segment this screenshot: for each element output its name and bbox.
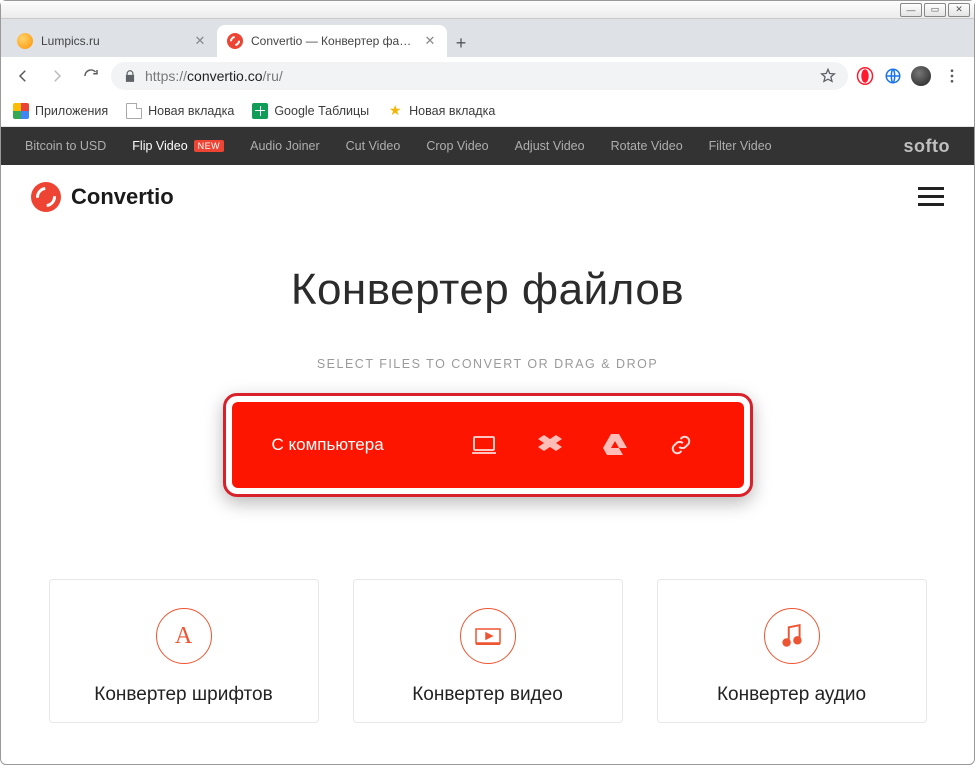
promo-link-adjust-video[interactable]: Adjust Video bbox=[515, 139, 585, 153]
card-title: Конвертер аудио bbox=[668, 684, 916, 706]
upload-from-gdrive-button[interactable] bbox=[583, 434, 649, 456]
bookmark-apps[interactable]: Приложения bbox=[13, 103, 108, 119]
window-titlebar: — ▭ ✕ bbox=[1, 1, 974, 19]
window-minimize-button[interactable]: — bbox=[900, 3, 922, 17]
font-icon: A bbox=[156, 608, 212, 664]
bookmark-label: Новая вкладка bbox=[409, 104, 495, 118]
window-close-button[interactable]: ✕ bbox=[948, 3, 970, 17]
hamburger-icon bbox=[918, 187, 944, 190]
google-drive-icon bbox=[603, 434, 627, 456]
card-title: Конвертер видео bbox=[364, 684, 612, 706]
promo-link-filter-video[interactable]: Filter Video bbox=[709, 139, 772, 153]
browser-toolbar: https://convertio.co/ru/ bbox=[1, 57, 974, 95]
card-fonts[interactable]: A Конвертер шрифтов bbox=[49, 579, 319, 723]
tab-convertio[interactable]: Convertio — Конвертер файлов ✕ bbox=[217, 25, 447, 57]
convertio-favicon bbox=[227, 33, 243, 49]
globe-extension-icon[interactable] bbox=[882, 65, 904, 87]
new-badge: NEW bbox=[194, 140, 225, 152]
browser-menu-button[interactable] bbox=[938, 62, 966, 90]
computer-icon bbox=[472, 434, 496, 456]
bookmark-label: Приложения bbox=[35, 104, 108, 118]
apps-icon bbox=[13, 103, 29, 119]
back-button[interactable] bbox=[9, 62, 37, 90]
card-title: Конвертер шрифтов bbox=[60, 684, 308, 706]
tab-lumpics[interactable]: Lumpics.ru ✕ bbox=[7, 25, 217, 57]
promo-link-flip-video[interactable]: Flip VideoNEW bbox=[132, 139, 224, 153]
audio-icon bbox=[764, 608, 820, 664]
bookmarks-bar: Приложения Новая вкладка Google Таблицы … bbox=[1, 95, 974, 127]
arrow-right-icon bbox=[48, 67, 66, 85]
link-icon bbox=[669, 434, 693, 456]
forward-button[interactable] bbox=[43, 62, 71, 90]
promo-link-crop-video[interactable]: Crop Video bbox=[426, 139, 488, 153]
browser-tabs: Lumpics.ru ✕ Convertio — Конвертер файло… bbox=[1, 19, 974, 57]
bookmark-label: Google Таблицы bbox=[274, 104, 369, 118]
promo-link-audio-joiner[interactable]: Audio Joiner bbox=[250, 139, 320, 153]
top-promo-bar: Bitcoin to USD Flip VideoNEW Audio Joine… bbox=[1, 127, 974, 165]
bookmark-star-icon[interactable] bbox=[820, 68, 836, 84]
upload-box[interactable]: С компьютера bbox=[232, 402, 744, 488]
video-icon bbox=[460, 608, 516, 664]
reload-button[interactable] bbox=[77, 62, 105, 90]
arrow-left-icon bbox=[14, 67, 32, 85]
star-icon: ★ bbox=[387, 103, 403, 119]
sheets-icon bbox=[252, 103, 268, 119]
bookmark-label: Новая вкладка bbox=[148, 104, 234, 118]
reload-icon bbox=[82, 67, 100, 85]
close-icon[interactable]: ✕ bbox=[193, 34, 207, 48]
address-bar[interactable]: https://convertio.co/ru/ bbox=[111, 62, 848, 90]
promo-link-bitcoin[interactable]: Bitcoin to USD bbox=[25, 139, 106, 153]
page-title: Конвертер файлов bbox=[1, 265, 974, 315]
window-maximize-button[interactable]: ▭ bbox=[924, 3, 946, 17]
promo-link-cut-video[interactable]: Cut Video bbox=[346, 139, 401, 153]
upload-from-computer-label: С компьютера bbox=[272, 435, 452, 455]
upload-area: С компьютера bbox=[1, 393, 974, 497]
site-header: Convertio bbox=[1, 165, 974, 229]
close-icon[interactable]: ✕ bbox=[423, 34, 437, 48]
promo-link-rotate-video[interactable]: Rotate Video bbox=[611, 139, 683, 153]
url-text: https://convertio.co/ru/ bbox=[145, 68, 283, 84]
lumpics-favicon bbox=[17, 33, 33, 49]
convertio-logo-text: Convertio bbox=[71, 184, 174, 210]
tab-label: Convertio — Конвертер файлов bbox=[251, 34, 415, 48]
convertio-logo-icon bbox=[31, 182, 61, 212]
new-tab-button[interactable]: + bbox=[447, 29, 475, 57]
bookmark-new-tab-1[interactable]: Новая вкладка bbox=[126, 103, 234, 119]
card-video[interactable]: Конвертер видео bbox=[353, 579, 623, 723]
bookmark-new-tab-2[interactable]: ★ Новая вкладка bbox=[387, 103, 495, 119]
site-menu-button[interactable] bbox=[918, 187, 944, 206]
tab-label: Lumpics.ru bbox=[41, 34, 185, 48]
upload-instructions: SELECT FILES TO CONVERT OR DRAG & DROP bbox=[1, 357, 974, 371]
lock-icon bbox=[123, 69, 137, 83]
profile-avatar[interactable] bbox=[910, 65, 932, 87]
bookmark-google-sheets[interactable]: Google Таблицы bbox=[252, 103, 369, 119]
card-audio[interactable]: Конвертер аудио bbox=[657, 579, 927, 723]
kebab-icon bbox=[943, 67, 961, 85]
upload-highlight: С компьютера bbox=[223, 393, 753, 497]
opera-extension-icon[interactable] bbox=[854, 65, 876, 87]
converter-cards: A Конвертер шрифтов Конвертер видео Конв… bbox=[1, 579, 974, 723]
upload-from-computer-button[interactable] bbox=[452, 434, 518, 456]
convertio-logo[interactable]: Convertio bbox=[31, 182, 174, 212]
upload-from-dropbox-button[interactable] bbox=[517, 434, 583, 456]
hero-section: Конвертер файлов bbox=[1, 229, 974, 325]
dropbox-icon bbox=[538, 434, 562, 456]
softo-brand: softo bbox=[904, 136, 951, 157]
upload-from-url-button[interactable] bbox=[648, 434, 714, 456]
file-icon bbox=[126, 103, 142, 119]
